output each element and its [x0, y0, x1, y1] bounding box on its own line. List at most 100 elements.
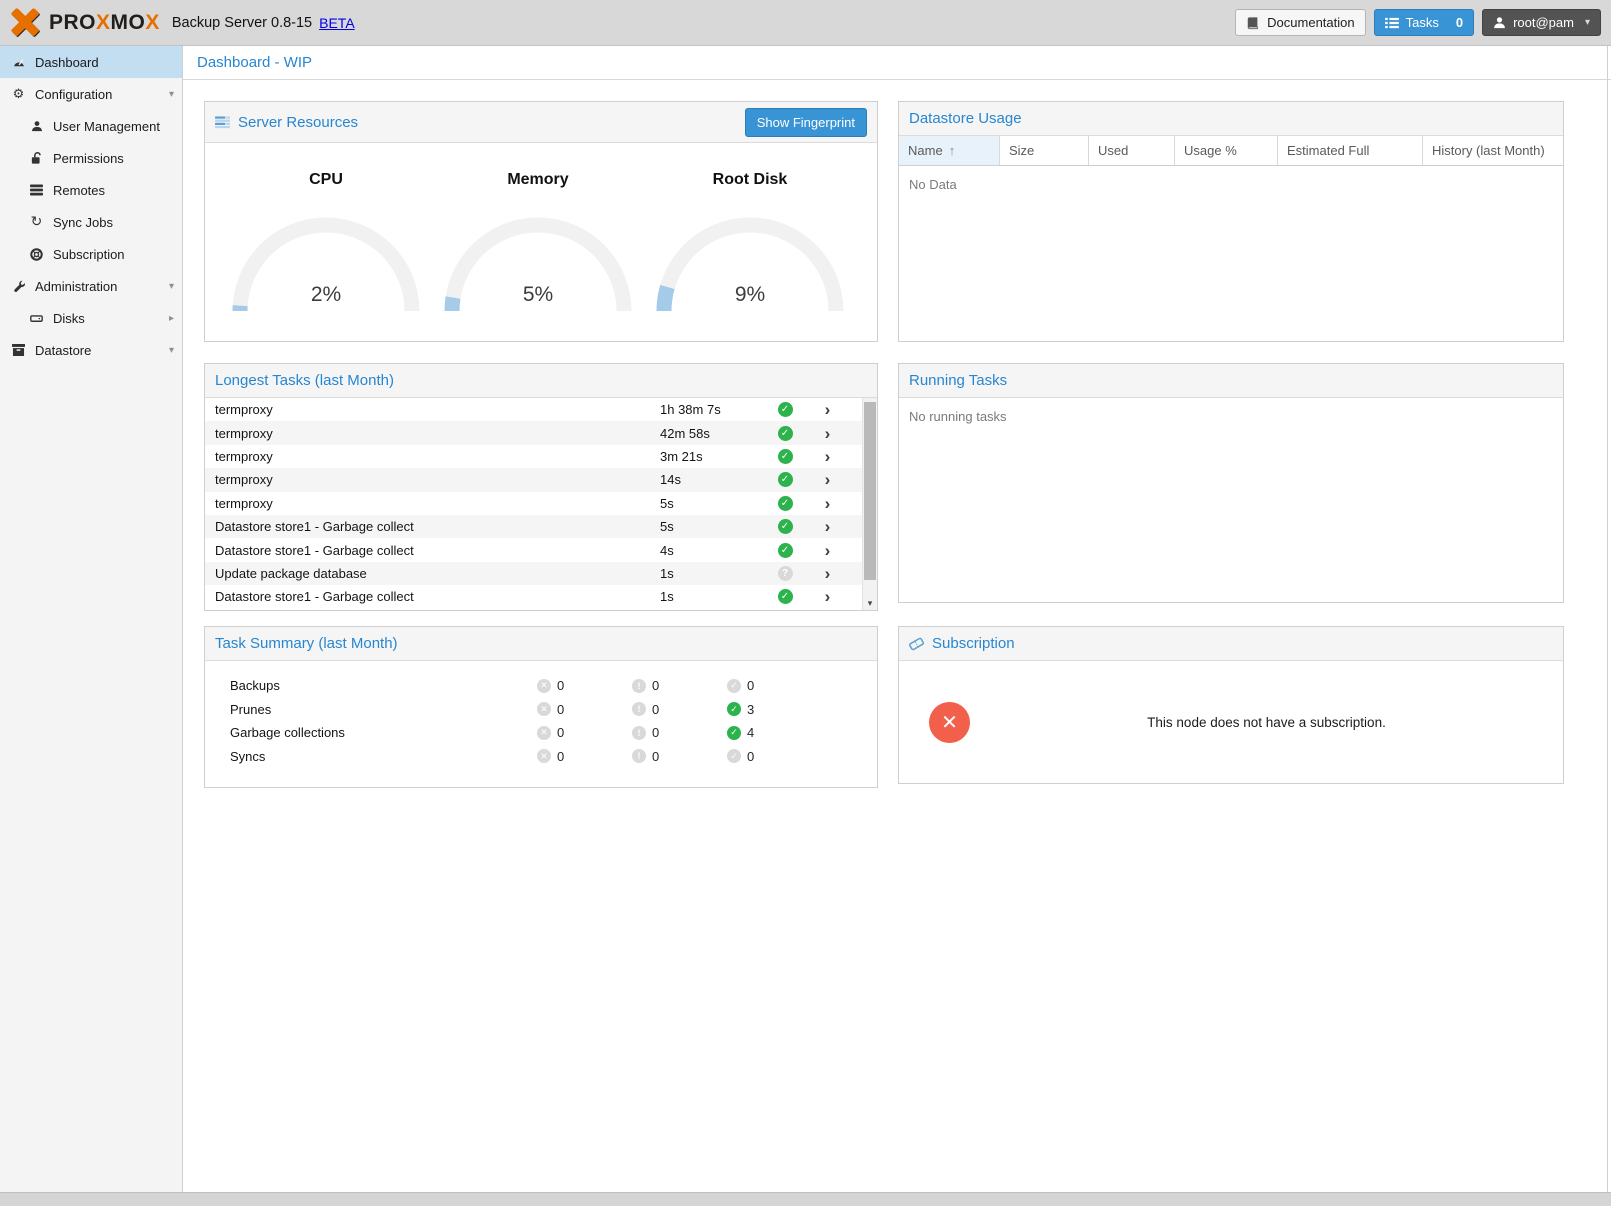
open-task-chevron-icon[interactable]: › [805, 542, 850, 559]
open-task-chevron-icon[interactable]: › [805, 401, 850, 418]
task-row[interactable]: Datastore store1 - Garbage collect1s✓› [205, 585, 862, 608]
task-duration: 1h 38m 7s [660, 402, 765, 417]
summary-row-backups: Backups✕0!0✓0 [205, 674, 877, 698]
open-task-chevron-icon[interactable]: › [805, 588, 850, 605]
ok-status-icon: ✓ [727, 749, 741, 763]
ok-status-icon: ✓ [778, 449, 793, 464]
chevron-down-icon[interactable]: ▾ [169, 89, 174, 100]
summary-label: Prunes [205, 702, 537, 717]
open-task-chevron-icon[interactable]: › [805, 448, 850, 465]
sidebar-item-configuration[interactable]: ⚙Configuration▾ [0, 78, 182, 110]
task-row[interactable]: Datastore store1 - Garbage collect5s✓› [205, 515, 862, 538]
open-task-chevron-icon[interactable]: › [805, 495, 850, 512]
sidebar-item-disks[interactable]: Disks▸ [0, 302, 182, 334]
summary-row-garbage-collections: Garbage collections✕0!0✓4 [205, 721, 877, 745]
open-task-chevron-icon[interactable]: › [805, 518, 850, 535]
summary-warning-count: 0 [652, 702, 659, 717]
summary-error-count: 0 [557, 749, 564, 764]
scrollbar-down-arrow-icon[interactable]: ▾ [863, 598, 877, 609]
sidebar-item-subscription[interactable]: Subscription [0, 238, 182, 270]
task-row[interactable]: termproxy42m 58s✓› [205, 421, 862, 444]
product-subtitle: Backup Server 0.8-15 [172, 15, 312, 31]
task-row[interactable]: termproxy14s✓› [205, 468, 862, 491]
wordmark-segment: X [145, 11, 160, 34]
summary-error-count: 0 [557, 702, 564, 717]
gauge-label: Root Disk [644, 171, 856, 189]
task-duration: 42m 58s [660, 426, 765, 441]
wrench-icon [10, 280, 27, 293]
summary-warning-count: 0 [652, 725, 659, 740]
sidebar-item-sync-jobs[interactable]: ↻Sync Jobs [0, 206, 182, 238]
task-name: termproxy [205, 426, 660, 441]
longest-tasks-header: Longest Tasks (last Month) [205, 364, 877, 398]
sidebar-item-administration[interactable]: Administration▾ [0, 270, 182, 302]
sidebar-item-dashboard[interactable]: Dashboard [0, 46, 182, 78]
ok-status-icon: ✓ [778, 543, 793, 558]
sidebar-item-user-management[interactable]: User Management [0, 110, 182, 142]
summary-warning-cell: !0 [632, 702, 727, 717]
gears-icon: ⚙ [10, 87, 27, 102]
task-duration: 5s [660, 496, 765, 511]
open-task-chevron-icon[interactable]: › [805, 425, 850, 442]
sidebar-item-permissions[interactable]: Permissions [0, 142, 182, 174]
user-menu-button[interactable]: root@pam ▾ [1482, 9, 1601, 36]
horizontal-scrollbar[interactable] [0, 1192, 1611, 1206]
gauge-value: 5% [432, 283, 644, 307]
open-task-chevron-icon[interactable]: › [805, 565, 850, 582]
gauge-label: Memory [432, 171, 644, 189]
sidebar-item-label: Remotes [53, 183, 105, 198]
beta-link[interactable]: BETA [319, 15, 355, 31]
subscription-message: This node does not have a subscription. [970, 715, 1563, 730]
column-header-estimated-full[interactable]: Estimated Full [1278, 136, 1423, 165]
chevron-down-icon[interactable]: ▾ [169, 345, 174, 356]
longest-tasks-list: termproxy1h 38m 7s✓›termproxy42m 58s✓›te… [205, 398, 877, 610]
task-list-icon [1385, 17, 1399, 29]
error-status-icon: ✕ [537, 726, 551, 740]
task-row[interactable]: Update package database1s?› [205, 562, 862, 585]
sidebar-item-datastore[interactable]: Datastore▾ [0, 334, 182, 366]
task-row[interactable]: Datastore store1 - Garbage collect4s✓› [205, 538, 862, 561]
user-menu-label: root@pam [1513, 15, 1574, 30]
summary-warning-count: 0 [652, 678, 659, 693]
summary-ok-cell: ✓0 [727, 749, 822, 764]
column-header-size[interactable]: Size [1000, 136, 1089, 165]
scrollbar-thumb[interactable] [864, 402, 876, 580]
documentation-button[interactable]: Documentation [1235, 9, 1365, 36]
task-row[interactable]: termproxy5s✓› [205, 492, 862, 515]
ok-status-icon: ✓ [778, 519, 793, 534]
task-name: Datastore store1 - Garbage collect [205, 519, 660, 534]
column-header-used[interactable]: Used [1089, 136, 1175, 165]
summary-ok-count: 0 [747, 678, 754, 693]
summary-ok-cell: ✓4 [727, 725, 822, 740]
ok-status-icon: ✓ [778, 589, 793, 604]
task-name: Update package database [205, 566, 660, 581]
task-row[interactable]: termproxy1h 38m 7s✓› [205, 398, 862, 421]
tasks-button[interactable]: Tasks 0 [1374, 9, 1474, 36]
gauge-value: 9% [644, 283, 856, 307]
unlock-icon [28, 152, 45, 165]
ok-status-icon: ✓ [727, 679, 741, 693]
sidebar-item-remotes[interactable]: Remotes [0, 174, 182, 206]
column-header-name[interactable]: Name↑ [899, 136, 1000, 165]
chevron-down-icon[interactable]: ▾ [169, 281, 174, 292]
summary-warning-count: 0 [652, 749, 659, 764]
summary-label: Garbage collections [205, 725, 537, 740]
open-task-chevron-icon[interactable]: › [805, 471, 850, 488]
error-status-icon: ✕ [537, 749, 551, 763]
error-status-icon: ✕ [537, 702, 551, 716]
task-row[interactable]: termproxy3m 21s✓› [205, 445, 862, 468]
book-icon [1246, 16, 1260, 30]
chevron-right-icon[interactable]: ▸ [169, 313, 174, 324]
running-tasks-empty-text: No running tasks [899, 398, 1563, 435]
longest-tasks-scrollbar[interactable]: ▾ [862, 398, 877, 610]
column-header-history-last-month-[interactable]: History (last Month) [1423, 136, 1563, 165]
show-fingerprint-button[interactable]: Show Fingerprint [745, 108, 867, 137]
column-header-usage-[interactable]: Usage % [1175, 136, 1278, 165]
subscription-panel: Subscription ✕ This node does not have a… [898, 626, 1564, 784]
server-resources-panel: Server Resources Show Fingerprint CPU2%M… [204, 101, 878, 342]
summary-ok-cell: ✓0 [727, 678, 822, 693]
tasks-count-badge: 0 [1456, 15, 1463, 30]
task-summary-panel: Task Summary (last Month) Backups✕0!0✓0P… [204, 626, 878, 788]
gauge-icon [10, 56, 27, 68]
page-title: Dashboard - WIP [183, 46, 1611, 80]
